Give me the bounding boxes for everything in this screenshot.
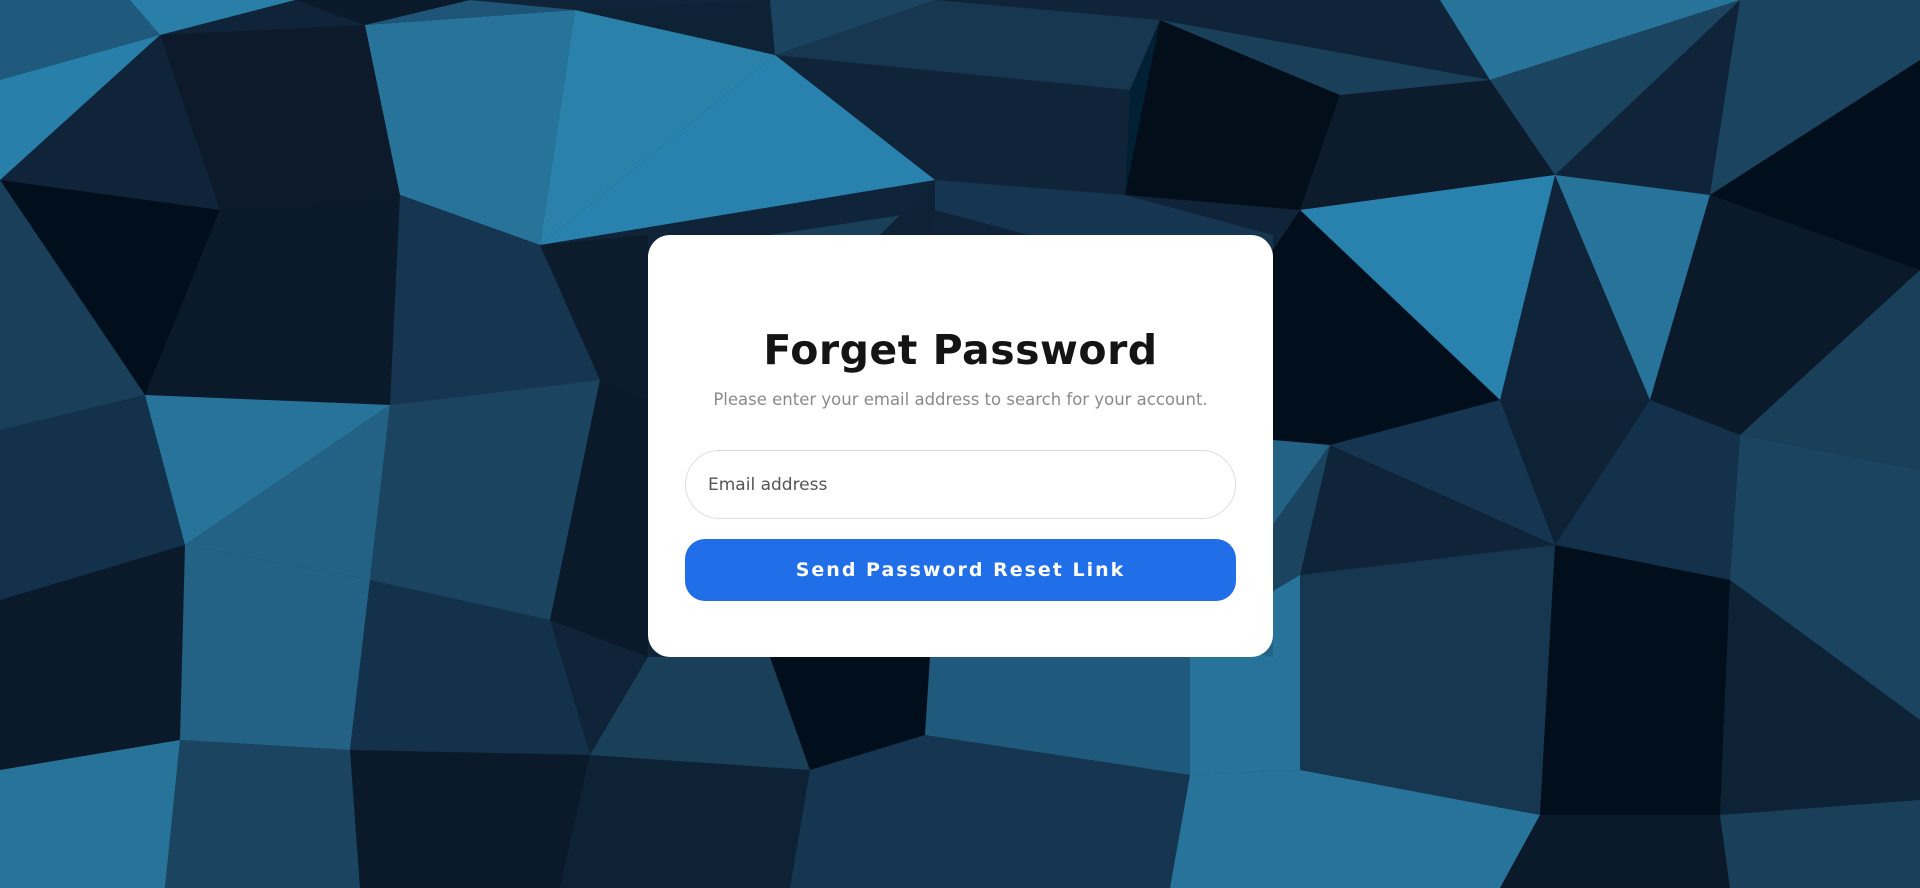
forgot-password-card: Forget Password Please enter your email … (648, 235, 1273, 657)
login-page: Forget Password Please enter your email … (0, 0, 1920, 888)
page-title: Forget Password (763, 326, 1158, 374)
email-field[interactable] (685, 450, 1236, 519)
instruction-text: Please enter your email address to searc… (713, 390, 1208, 409)
send-reset-link-button[interactable]: Send Password Reset Link (685, 539, 1236, 601)
